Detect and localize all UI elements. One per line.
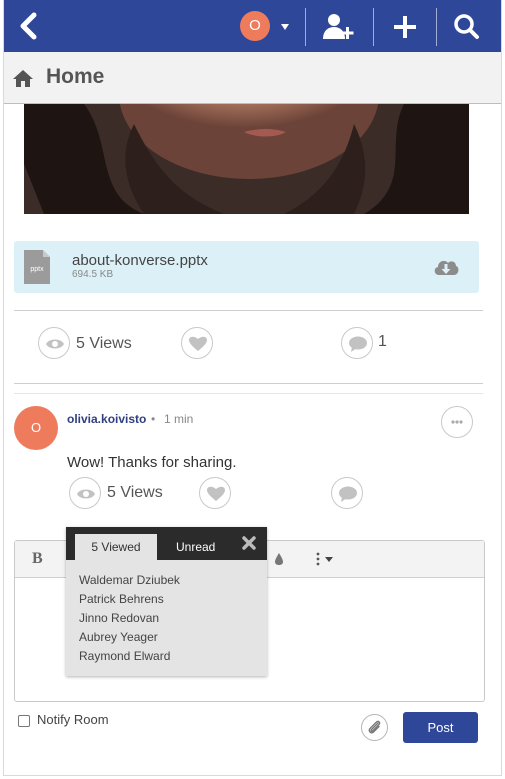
eye-icon <box>77 489 95 499</box>
vertical-ellipsis-icon <box>316 552 333 566</box>
divider <box>373 8 374 46</box>
viewer-item[interactable]: Raymond Elward <box>79 647 180 666</box>
comment-avatar[interactable]: O <box>14 406 58 450</box>
search-icon <box>454 14 479 39</box>
divider <box>14 383 483 384</box>
user-menu-caret[interactable] <box>278 16 292 36</box>
file-type-label: pptx <box>30 266 44 273</box>
paperclip-icon <box>368 720 381 734</box>
divider <box>436 8 437 46</box>
plus-icon <box>394 16 416 38</box>
divider <box>14 310 483 311</box>
viewer-item[interactable]: Aubrey Yeager <box>79 628 180 647</box>
notify-room-checkbox[interactable] <box>18 715 30 727</box>
new-post-button[interactable] <box>387 10 423 44</box>
viewer-item[interactable]: Waldemar Dziubek <box>79 571 180 590</box>
like-button[interactable] <box>181 327 213 359</box>
ellipsis-icon <box>451 420 463 424</box>
comment-more-button[interactable] <box>441 406 473 438</box>
download-button[interactable] <box>432 255 460 279</box>
viewers-popover: 5 Viewed Unread Waldemar Dziubek Patrick… <box>66 527 267 676</box>
post-image[interactable] <box>24 104 469 214</box>
tab-unread[interactable]: Unread <box>176 534 215 560</box>
attachment-name[interactable]: about-konverse.pptx <box>72 252 208 269</box>
popover-close-button[interactable] <box>241 535 257 551</box>
divider <box>305 8 306 46</box>
attachment-card[interactable]: pptx about-konverse.pptx 694.5 KB <box>14 241 479 293</box>
viewer-item[interactable]: Patrick Behrens <box>79 590 180 609</box>
comment-icon <box>349 336 367 352</box>
viewer-item[interactable]: Jinno Redovan <box>79 609 180 628</box>
cloud-download-icon <box>434 260 459 275</box>
divider <box>14 393 483 394</box>
comment-text: Wow! Thanks for sharing. <box>67 454 237 471</box>
user-avatar[interactable]: O <box>240 11 270 41</box>
portrait-photo <box>24 104 469 214</box>
viewer-list: Waldemar Dziubek Patrick Behrens Jinno R… <box>79 571 180 666</box>
bold-button[interactable]: B <box>32 550 43 568</box>
caret-down-icon <box>281 24 289 30</box>
heart-icon <box>207 486 225 501</box>
comment-time: 1 min <box>164 412 194 426</box>
back-button[interactable] <box>14 10 44 42</box>
close-icon <box>242 536 256 550</box>
comment-reply-button[interactable] <box>331 477 363 509</box>
eye-icon <box>46 339 64 349</box>
views-count[interactable]: 5 Views <box>76 335 132 353</box>
comment-views-count[interactable]: 5 Views <box>107 484 163 502</box>
comments-button[interactable] <box>341 327 373 359</box>
top-nav-bar: O <box>4 0 501 52</box>
comment-views-button[interactable] <box>69 477 101 509</box>
popover-header: 5 Viewed Unread <box>66 527 267 560</box>
home-icon <box>13 70 33 87</box>
attach-file-button[interactable] <box>361 714 388 741</box>
notify-room-label[interactable]: Notify Room <box>37 712 109 727</box>
search-button[interactable] <box>449 10 485 44</box>
comments-count: 1 <box>378 333 387 350</box>
more-formatting-button[interactable] <box>313 551 339 567</box>
views-button[interactable] <box>38 327 70 359</box>
page-title: Home <box>46 65 105 88</box>
post-button[interactable]: Post <box>403 712 478 743</box>
add-user-button[interactable] <box>321 10 357 44</box>
comment-author[interactable]: olivia.koivisto <box>67 412 146 426</box>
heart-icon <box>189 336 207 351</box>
page-header: Home <box>4 52 501 104</box>
file-pptx-icon: pptx <box>24 250 50 284</box>
add-user-icon <box>323 14 354 39</box>
tab-viewed[interactable]: 5 Viewed <box>75 534 157 560</box>
comment-icon <box>339 486 357 502</box>
text-color-icon[interactable] <box>273 552 285 566</box>
attachment-size: 694.5 KB <box>72 269 114 280</box>
chevron-left-icon <box>20 12 37 40</box>
comment-separator: • <box>151 412 156 426</box>
comment-like-button[interactable] <box>199 477 231 509</box>
app-frame: O Home pptx about-konverse.pptx 694.5 KB… <box>3 0 502 776</box>
